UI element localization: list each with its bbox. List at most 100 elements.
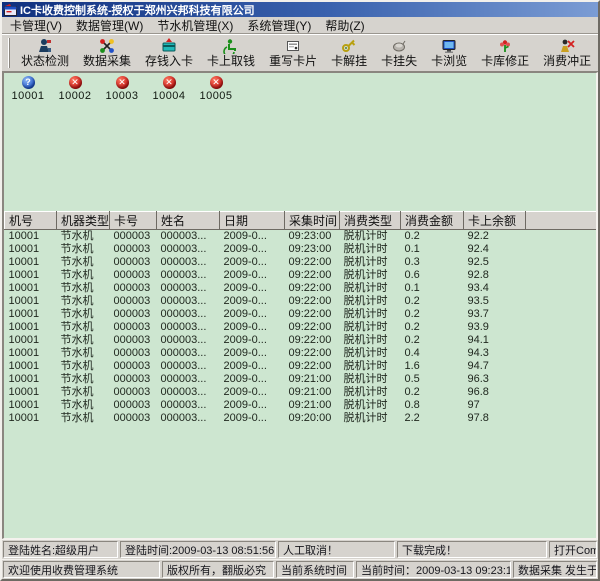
table-row[interactable]: 10001节水机000003000003...2009-0...09:22:00… bbox=[5, 295, 599, 308]
table-cell: 000003... bbox=[157, 373, 220, 386]
table-cell: 脱机计时 bbox=[340, 295, 401, 308]
table-cell bbox=[526, 256, 599, 269]
toolbar-button[interactable]: 状态检测 bbox=[15, 36, 75, 70]
table-cell: 脱机计时 bbox=[340, 256, 401, 269]
toolbar-button[interactable]: 数据采集 bbox=[77, 36, 137, 70]
table-cell: 2009-0... bbox=[220, 230, 285, 244]
table-row[interactable]: 10001节水机000003000003...2009-0...09:21:00… bbox=[5, 399, 599, 412]
table-row[interactable]: 10001节水机000003000003...2009-0...09:22:00… bbox=[5, 321, 599, 334]
machine-id-label: 10002 bbox=[58, 90, 91, 102]
table-row[interactable]: 10001节水机000003000003...2009-0...09:22:00… bbox=[5, 308, 599, 321]
table-cell: 000003 bbox=[110, 269, 157, 282]
table-cell: 0.4 bbox=[401, 347, 464, 360]
table-cell: 10001 bbox=[5, 269, 57, 282]
toolbar-button[interactable]: 卡库修正 bbox=[475, 36, 535, 70]
table-cell: 92.2 bbox=[464, 230, 526, 244]
table-cell: 节水机 bbox=[57, 282, 110, 295]
machine-id-label: 10001 bbox=[11, 90, 44, 102]
machine-item[interactable]: ✕ 10002 bbox=[56, 76, 94, 102]
records-grid: 机号机器类型卡号姓名日期采集时间消费类型消费金额卡上余额 10001节水机000… bbox=[4, 211, 596, 425]
table-cell: 0.3 bbox=[401, 256, 464, 269]
table-cell: 脱机计时 bbox=[340, 321, 401, 334]
table-cell: 2.2 bbox=[401, 412, 464, 425]
table-cell: 92.5 bbox=[464, 256, 526, 269]
grid-column-header[interactable]: 消费金额 bbox=[401, 212, 464, 230]
toolbar-button[interactable]: 消费冲正 bbox=[537, 36, 597, 70]
grid-column-header[interactable]: 姓名 bbox=[157, 212, 220, 230]
table-row[interactable]: 10001节水机000003000003...2009-0...09:23:00… bbox=[5, 243, 599, 256]
table-cell: 09:22:00 bbox=[285, 321, 340, 334]
status-event: 数据采集 发生于2009 bbox=[513, 561, 597, 578]
table-row[interactable]: 10001节水机000003000003...2009-0...09:21:00… bbox=[5, 373, 599, 386]
toolbar-button-label: 状态检测 bbox=[21, 54, 69, 69]
table-cell: 09:22:00 bbox=[285, 295, 340, 308]
toolbar-button[interactable]: 重写卡片 bbox=[263, 36, 323, 70]
menu-item[interactable]: 节水机管理(X) bbox=[150, 16, 240, 35]
machine-id-label: 10003 bbox=[105, 90, 138, 102]
grid-column-header[interactable]: 机号 bbox=[5, 212, 57, 230]
grid-column-header[interactable]: 机器类型 bbox=[57, 212, 110, 230]
table-row[interactable]: 10001节水机000003000003...2009-0...09:22:00… bbox=[5, 269, 599, 282]
error-icon: ✕ bbox=[69, 76, 82, 89]
menu-item[interactable]: 数据管理(W) bbox=[69, 16, 150, 35]
grid-column-header[interactable]: 采集时间 bbox=[285, 212, 340, 230]
table-cell: 000003... bbox=[157, 243, 220, 256]
table-row[interactable]: 10001节水机000003000003...2009-0...09:22:00… bbox=[5, 282, 599, 295]
table-cell: 2009-0... bbox=[220, 412, 285, 425]
table-row[interactable]: 10001节水机000003000003...2009-0...09:20:00… bbox=[5, 412, 599, 425]
table-cell: 10001 bbox=[5, 321, 57, 334]
card-unfreeze-icon bbox=[341, 38, 357, 54]
table-cell bbox=[526, 386, 599, 399]
table-cell bbox=[526, 373, 599, 386]
table-row[interactable]: 10001节水机000003000003...2009-0...09:22:00… bbox=[5, 347, 599, 360]
table-row[interactable]: 10001节水机000003000003...2009-0...09:22:00… bbox=[5, 256, 599, 269]
toolbar-button[interactable]: 卡上取钱 bbox=[201, 36, 261, 70]
grid-column-header[interactable]: 卡号 bbox=[110, 212, 157, 230]
status-com-port: 打开Com3失 bbox=[549, 541, 597, 558]
table-cell: 2009-0... bbox=[220, 386, 285, 399]
table-cell: 000003... bbox=[157, 256, 220, 269]
table-row[interactable]: 10001节水机000003000003...2009-0...09:22:00… bbox=[5, 334, 599, 347]
menu-item[interactable]: 帮助(Z) bbox=[318, 16, 371, 35]
table-cell: 脱机计时 bbox=[340, 334, 401, 347]
table-row[interactable]: 10001节水机000003000003...2009-0...09:22:00… bbox=[5, 360, 599, 373]
table-cell: 000003 bbox=[110, 282, 157, 295]
table-cell: 000003... bbox=[157, 360, 220, 373]
table-cell: 09:21:00 bbox=[285, 386, 340, 399]
toolbar-button[interactable]: 存钱入卡 bbox=[139, 36, 199, 70]
toolbar-button[interactable]: 卡浏览 bbox=[425, 36, 473, 70]
table-cell: 000003... bbox=[157, 295, 220, 308]
table-cell: 0.1 bbox=[401, 282, 464, 295]
menu-bar: 卡管理(V) 数据管理(W) 节水机管理(X) 系统管理(Y) 帮助(Z) bbox=[2, 17, 598, 34]
toolbar-grip[interactable] bbox=[8, 38, 10, 68]
error-icon: ✕ bbox=[163, 76, 176, 89]
machine-item[interactable]: ✕ 10004 bbox=[150, 76, 188, 102]
table-cell: 脱机计时 bbox=[340, 386, 401, 399]
question-icon: ? bbox=[22, 76, 35, 89]
toolbar-button-label: 存钱入卡 bbox=[145, 54, 193, 69]
card-report-loss-icon bbox=[391, 38, 407, 54]
table-cell: 1.6 bbox=[401, 360, 464, 373]
table-cell: 节水机 bbox=[57, 334, 110, 347]
grid-column-header[interactable]: 消费类型 bbox=[340, 212, 401, 230]
table-row[interactable]: 10001节水机000003000003...2009-0...09:23:00… bbox=[5, 230, 599, 244]
table-row[interactable]: 10001节水机000003000003...2009-0...09:21:00… bbox=[5, 386, 599, 399]
menu-item[interactable]: 系统管理(Y) bbox=[240, 16, 318, 35]
menu-item[interactable]: 卡管理(V) bbox=[3, 16, 69, 35]
table-cell: 2009-0... bbox=[220, 308, 285, 321]
machine-item[interactable]: ✕ 10005 bbox=[197, 76, 235, 102]
status-copyright: 版权所有，翻版必究 bbox=[162, 561, 274, 578]
status-bar-top: 登陆姓名:超级用户 登陆时间:2009-03-13 08:51:56 人工取消！… bbox=[2, 539, 598, 559]
table-cell: 节水机 bbox=[57, 256, 110, 269]
grid-column-header[interactable]: 卡上余额 bbox=[464, 212, 526, 230]
machine-item[interactable]: ? 10001 bbox=[9, 76, 47, 102]
table-cell: 09:20:00 bbox=[285, 412, 340, 425]
toolbar-button[interactable]: 卡解挂 bbox=[325, 36, 373, 70]
machine-item[interactable]: ✕ 10003 bbox=[103, 76, 141, 102]
table-cell: 000003 bbox=[110, 347, 157, 360]
grid-column-header[interactable] bbox=[526, 212, 599, 230]
toolbar-button[interactable]: 卡挂失 bbox=[375, 36, 423, 70]
grid-column-header[interactable]: 日期 bbox=[220, 212, 285, 230]
table-cell bbox=[526, 269, 599, 282]
table-cell: 000003... bbox=[157, 308, 220, 321]
